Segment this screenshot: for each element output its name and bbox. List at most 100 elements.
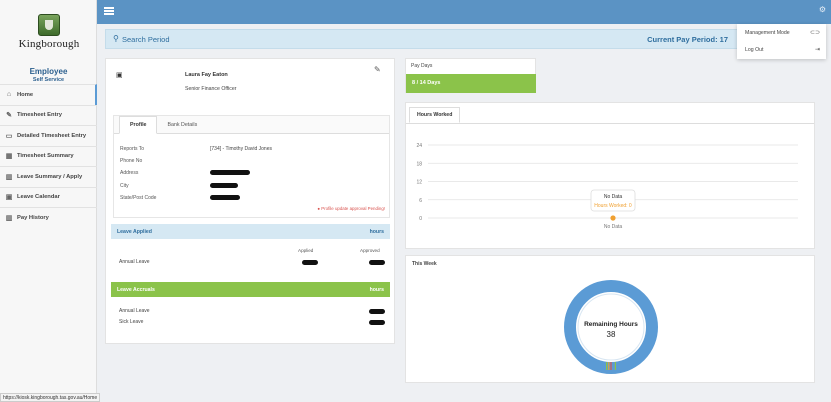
top-bar: ⚙ (97, 0, 831, 24)
sidebar-item-detailed-timesheet-entry[interactable]: ▭ Detailed Timesheet Entry (0, 125, 97, 146)
sidebar-item-home[interactable]: ⌂ Home (0, 84, 97, 105)
donut-segment-tick (612, 362, 614, 370)
menu-toggle-icon[interactable] (104, 7, 114, 15)
applied-annual-leave: Annual Leave (119, 259, 150, 265)
toggle-icon: ⊂⊃ (809, 30, 820, 36)
col-approved: Approved (360, 248, 380, 253)
hours-worked-card: Hours Worked 0 6 12 18 24 No Data No Data Hours… (405, 102, 815, 249)
leave-applied-header: Leave Applied hours (111, 224, 390, 239)
sidebar-item-leave-calendar[interactable]: ▣ Leave Calendar (0, 186, 97, 208)
redacted-value (369, 309, 385, 314)
sidebar-item-timesheet-entry[interactable]: ✎ Timesheet Entry (0, 104, 97, 126)
sidebar-item-label: Leave Calendar (17, 194, 60, 201)
sidebar-item-label: Timesheet Summary (17, 153, 74, 160)
y-tick-label: 24 (416, 143, 422, 149)
donut-segment-tick (614, 362, 616, 370)
redacted-value (369, 320, 385, 325)
sidebar-item-pay-history[interactable]: ▥ Pay History (0, 207, 97, 228)
search-period-bar[interactable]: ⚲ Search Period Current Pay Period: 17 (105, 29, 825, 49)
donut-segment-tick (606, 362, 608, 370)
leave-applied-title: Leave Applied (117, 228, 152, 235)
y-tick-label: 12 (416, 180, 422, 186)
this-week-card: This Week Remaining Hours 38 (405, 255, 815, 383)
field-label: Phone No (120, 158, 143, 165)
sidebar-item-timesheet-summary[interactable]: ▦ Timesheet Summary (0, 145, 97, 167)
redacted-value (210, 182, 238, 190)
field-phone: Phone No (120, 158, 390, 170)
home-icon: ⌂ (6, 91, 12, 99)
accrual-annual-leave: Annual Leave (119, 308, 150, 314)
field-city: City (120, 182, 390, 195)
field-label: Reports To (120, 146, 145, 152)
x-tick-label: No Data (604, 224, 623, 230)
employee-name: Laura Fay Eaton (185, 72, 228, 78)
status-bar-url: https://kiosk.kingborough.tas.gov.au/Hom… (0, 393, 101, 402)
sidebar: Kingborough Employee Self Service ⌂ Home… (0, 0, 97, 402)
brand-name: Kingborough (18, 38, 80, 50)
sidebar-item-label: Detailed Timesheet Entry (17, 132, 87, 139)
field-label: City (120, 182, 129, 189)
remaining-hours-donut: Remaining Hours 38 (564, 280, 658, 374)
donut-segment-tick (610, 362, 612, 370)
tooltip-series: Hours Worked: 0 (594, 203, 632, 209)
sidebar-item-label: Pay History (17, 214, 49, 221)
council-logo[interactable]: Kingborough (12, 14, 86, 58)
redacted-value (302, 260, 318, 265)
pay-days-title: Pay Days (411, 63, 433, 69)
tab-bank-details[interactable]: Bank Details (157, 116, 207, 134)
data-point (610, 215, 616, 221)
y-tick-label: 18 (416, 161, 422, 167)
edit-icon[interactable]: ✎ (374, 65, 381, 74)
accrual-sick-leave: Sick Leave (119, 319, 144, 325)
leave-accruals-unit: hours (369, 286, 384, 293)
log-out-item[interactable]: Log Out ⇥ (737, 41, 826, 58)
hours-worked-chart: 0 6 12 18 24 No Data No Data Hours Worked: 0 (416, 143, 798, 230)
leave-accruals-title: Leave Accruals (117, 286, 155, 293)
field-label: Address (120, 170, 139, 177)
current-pay-period: Current Pay Period: 17 (647, 35, 728, 44)
sidebar-item-label: Home (17, 91, 34, 98)
profile-tabs: Profile Bank Details (114, 116, 389, 134)
tooltip-title: No Data (604, 194, 623, 200)
app-title: Employee (29, 67, 68, 76)
table-icon: ▦ (5, 153, 13, 161)
field-address: Address (120, 170, 390, 182)
pending-text: Profile update approval Pending! (321, 206, 385, 211)
profile-card: ▣ Laura Fay Eaton Senior Finance Officer… (105, 58, 395, 344)
field-label: State/Post Code (120, 194, 157, 201)
field-reports-to: Reports To [734] - Timothy David Jones (120, 146, 390, 158)
pending-notice: ● Profile update approval Pending! (317, 206, 385, 211)
search-icon: ⚲ (113, 34, 119, 43)
sidebar-item-label: Leave Summary / Apply (17, 173, 83, 180)
sidebar-item-leave-summary[interactable]: ▥ Leave Summary / Apply (0, 166, 97, 187)
donut-center-label: Remaining Hours (584, 321, 638, 328)
leave-applied-unit: hours (369, 228, 384, 235)
redacted-value (369, 260, 385, 265)
col-applied: Applied (298, 248, 314, 253)
tab-profile[interactable]: Profile (119, 116, 158, 134)
crest-icon (38, 14, 60, 36)
donut-center-value: 38 (607, 330, 616, 339)
leave-accruals-header: Leave Accruals hours (111, 282, 390, 297)
management-mode-item[interactable]: Management Mode ⊂⊃ (737, 24, 826, 41)
employee-role: Senior Finance Officer (185, 86, 237, 92)
management-mode-label: Management Mode (745, 29, 790, 36)
edit-icon: ✎ (6, 112, 12, 120)
logout-icon: ⇥ (814, 47, 820, 53)
sidebar-item-label: Timesheet Entry (17, 112, 62, 119)
user-icon: ▣ (116, 72, 123, 79)
y-tick-label: 6 (419, 198, 422, 204)
profile-tabs-box: Profile Bank Details Reports To [734] - … (113, 115, 390, 218)
sidebar-nav: ⌂ Home ✎ Timesheet Entry ▭ Detailed Time… (0, 84, 97, 228)
app-subtitle: Self Service (32, 77, 65, 83)
profile-fields: Reports To [734] - Timothy David Jones P… (120, 146, 390, 207)
pay-days-value: 8 / 14 Days (406, 74, 536, 93)
calendar-icon: ▣ (5, 194, 13, 202)
field-value: [734] - Timothy David Jones (210, 146, 272, 152)
search-period-label: Search Period (122, 35, 170, 44)
pay-days-card: Pay Days 8 / 14 Days (405, 58, 536, 93)
user-menu: Management Mode ⊂⊃ Log Out ⇥ (737, 24, 826, 59)
bar-chart-icon: ▥ (5, 214, 13, 222)
gear-icon[interactable]: ⚙ (819, 5, 826, 14)
redacted-value (210, 194, 240, 202)
